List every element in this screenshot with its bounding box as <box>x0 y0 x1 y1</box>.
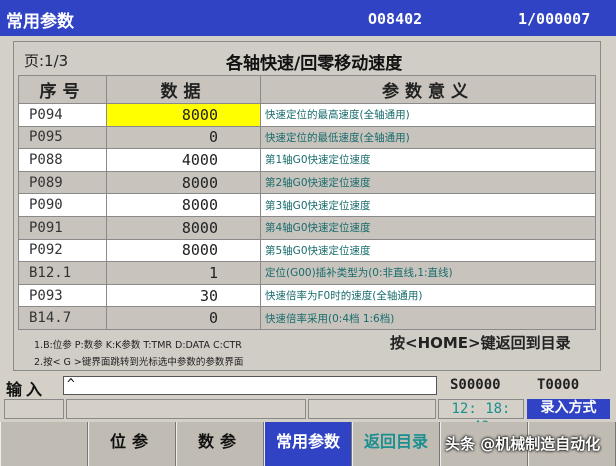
param-number: P089 <box>18 170 107 195</box>
param-value[interactable]: 8000 <box>106 215 261 240</box>
param-number: B12.1 <box>18 261 107 285</box>
panel-header: 页:1/3 各轴快速/回零移动速度 <box>18 44 596 74</box>
param-desc: 第3轴G0快速定位速度 <box>260 193 596 217</box>
param-desc: 快速倍率采用(0:4档 1:6档) <box>260 306 596 330</box>
note-line-2: 2.按< G >键界面跳转到光标选中参数的参数界面 <box>34 357 244 368</box>
param-value[interactable]: 0 <box>106 125 261 150</box>
param-desc: 第1轴G0快速定位速度 <box>260 148 596 172</box>
panel-title: 各轴快速/回零移动速度 <box>226 54 403 74</box>
param-desc: 第5轴G0快速定位速度 <box>260 238 596 263</box>
param-value[interactable]: 4000 <box>106 148 261 172</box>
status-cell <box>66 399 306 419</box>
param-value[interactable]: 8000 <box>106 170 261 195</box>
table-row[interactable]: P088 4000 第1轴G0快速定位速度 <box>18 148 596 172</box>
table-row[interactable]: P090 8000 第3轴G0快速定位速度 <box>18 193 596 217</box>
input-row: 输入 ^ S00000 T0000 <box>0 375 616 399</box>
tool-code: T0000 <box>537 377 580 393</box>
status-cell <box>4 399 64 419</box>
param-desc: 快速定位的最高速度(全轴通用) <box>260 103 596 127</box>
softkey-return-menu[interactable]: 返回目录 <box>352 422 440 466</box>
param-value[interactable]: 30 <box>106 283 261 308</box>
param-number: B14.7 <box>18 306 107 330</box>
table-row[interactable]: P095 0 快速定位的最低速度(全轴通用) <box>18 125 596 150</box>
param-number: P093 <box>18 283 107 308</box>
param-number: P090 <box>18 193 107 217</box>
status-cell <box>308 399 436 419</box>
note-line-1: 1.B:位参 P:数参 K:K参数 T:TMR D:DATA C:CTR <box>34 340 242 351</box>
param-desc: 定位(G00)插补类型为(0:非直线,1:直线) <box>260 261 596 285</box>
watermark: 头条 @机械制造自动化 <box>445 435 601 453</box>
param-desc: 快速倍率为F0时的速度(全轴通用) <box>260 283 596 308</box>
param-value[interactable]: 8000 <box>106 193 261 217</box>
param-desc: 第4轴G0快速定位速度 <box>260 215 596 240</box>
param-desc: 快速定位的最低速度(全轴通用) <box>260 125 596 150</box>
table-row[interactable]: P092 8000 第5轴G0快速定位速度 <box>18 238 596 263</box>
table-row[interactable]: B14.7 0 快速倍率采用(0:4档 1:6档) <box>18 306 596 330</box>
home-key-tip: 按<HOME>键返回到目录 <box>390 334 571 352</box>
help-notes: 1.B:位参 P:数参 K:K参数 T:TMR D:DATA C:CTR 2.按… <box>34 337 243 371</box>
table-row[interactable]: B12.1 1 定位(G00)插补类型为(0:非直线,1:直线) <box>18 261 596 285</box>
softkey-bit-params[interactable]: 位参 <box>88 422 176 466</box>
param-value[interactable]: 1 <box>106 261 261 285</box>
param-desc: 第2轴G0快速定位速度 <box>260 170 596 195</box>
param-number: P094 <box>18 103 107 127</box>
param-value[interactable]: 8000 <box>106 238 261 263</box>
softkey-data-params[interactable]: 数参 <box>176 422 264 466</box>
clock: 12: 18: 48 <box>438 399 524 435</box>
param-number: P091 <box>18 215 107 240</box>
softkey-common-params[interactable]: 常用参数 <box>264 422 352 466</box>
header-value: 数据 <box>106 75 261 104</box>
screen-title: 常用参数 <box>6 12 74 32</box>
mode-indicator: 录入方式 <box>527 399 610 419</box>
spindle-code: S00000 <box>450 377 501 393</box>
table-row[interactable]: P094 8000 快速定位的最高速度(全轴通用) <box>18 103 596 127</box>
param-value-selected[interactable]: 8000 <box>106 103 261 127</box>
table-row[interactable]: P091 8000 第4轴G0快速定位速度 <box>18 215 596 240</box>
page-indicator: 页:1/3 <box>24 52 69 70</box>
parameter-table: 序号 数据 参数意义 P094 8000 快速定位的最高速度(全轴通用) P09… <box>18 75 596 330</box>
param-number: P095 <box>18 125 107 150</box>
parameter-panel: 页:1/3 各轴快速/回零移动速度 序号 数据 参数意义 P094 8000 快… <box>13 41 601 371</box>
program-number: O08402 <box>368 10 423 28</box>
softkey-empty[interactable] <box>0 422 88 466</box>
param-number: P088 <box>18 148 107 172</box>
table-row[interactable]: P089 8000 第2轴G0快速定位速度 <box>18 170 596 195</box>
table-header-row: 序号 数据 参数意义 <box>18 75 596 104</box>
param-number: P092 <box>18 238 107 263</box>
header-number: 序号 <box>18 75 107 104</box>
header-meaning: 参数意义 <box>260 75 596 104</box>
input-label: 输入 <box>6 380 47 399</box>
part-count: 1/000007 <box>518 10 591 28</box>
param-value[interactable]: 0 <box>106 306 261 330</box>
title-bar: 常用参数 O08402 1/000007 <box>0 0 616 36</box>
input-field[interactable]: ^ <box>63 376 437 395</box>
table-row[interactable]: P093 30 快速倍率为F0时的速度(全轴通用) <box>18 283 596 308</box>
status-row: 12: 18: 48 录入方式 <box>0 398 616 435</box>
